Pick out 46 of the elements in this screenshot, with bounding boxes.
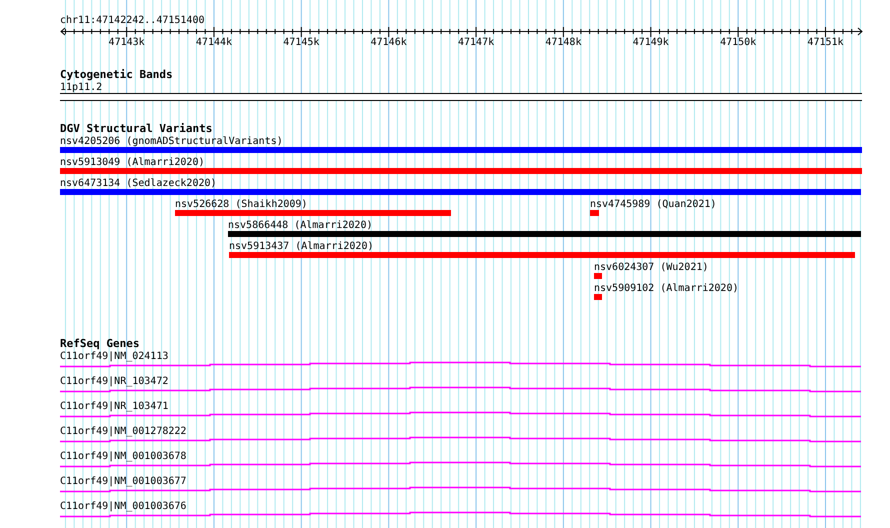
feature-label: nsv5909102 (Almarri2020): [594, 283, 738, 294]
ruler-label: 47148k: [545, 37, 582, 48]
band-label: 11p11.2: [60, 82, 102, 93]
variant-bar[interactable]: [60, 147, 862, 153]
variant-bar[interactable]: [590, 210, 599, 216]
variant-bar[interactable]: [175, 210, 451, 216]
feature-label: nsv5913437 (Almarri2020): [229, 241, 374, 252]
track-title: DGV Structural Variants: [60, 122, 212, 135]
feature-label: nsv6473134 (Sedlazeck2020): [60, 178, 217, 189]
ruler-label: 47146k: [370, 37, 407, 48]
gene-model-line[interactable]: [60, 362, 861, 368]
track-title: Cytogenetic Bands: [60, 68, 173, 81]
ruler-label: 47144k: [196, 37, 232, 48]
variant-bar[interactable]: [594, 294, 602, 300]
ruler-label: 47149k: [632, 37, 669, 48]
feature-label: C11orf49|NR_103471: [60, 401, 168, 412]
feature-label: C11orf49|NM_001003678: [60, 451, 186, 462]
gene-model-line[interactable]: [60, 512, 861, 518]
gene-model-line[interactable]: [60, 412, 861, 418]
feature-label: C11orf49|NM_001278222: [60, 426, 186, 437]
variant-bar[interactable]: [60, 168, 862, 174]
feature-label: nsv4745989 (Quan2021): [590, 199, 716, 210]
variant-bar[interactable]: [60, 189, 861, 195]
variant-bar[interactable]: [594, 273, 602, 279]
ruler-label: 47145k: [283, 37, 320, 48]
ruler-label: 47143k: [108, 37, 145, 48]
feature-label: nsv4205206 (gnomADStructuralVariants): [60, 136, 283, 147]
feature-label: nsv5866448 (Almarri2020): [228, 220, 372, 231]
gene-model-line[interactable]: [60, 462, 861, 468]
gene-model-line[interactable]: [60, 486, 861, 492]
location-label: chr11:47142242..47151400: [60, 15, 204, 26]
feature-label: C11orf49|NM_001003677: [60, 476, 186, 487]
ruler-label: 47150k: [720, 37, 756, 48]
ruler-label: 47151k: [807, 37, 844, 48]
track-title: RefSeq Genes: [60, 337, 140, 350]
feature-label: C11orf49|NM_024113: [60, 351, 168, 362]
variant-bar[interactable]: [229, 252, 855, 258]
feature-label: nsv526628 (Shaikh2009): [175, 199, 308, 210]
gene-model-line[interactable]: [60, 386, 861, 392]
variant-bar[interactable]: [228, 231, 861, 237]
feature-label: C11orf49|NR_103472: [60, 376, 168, 387]
feature-label: nsv6024307 (Wu2021): [594, 262, 708, 273]
gene-model-line[interactable]: [60, 436, 861, 442]
ruler-label: 47147k: [458, 37, 494, 48]
feature-label: C11orf49|NM_001003676: [60, 501, 186, 512]
feature-label: nsv5913049 (Almarri2020): [60, 157, 204, 168]
